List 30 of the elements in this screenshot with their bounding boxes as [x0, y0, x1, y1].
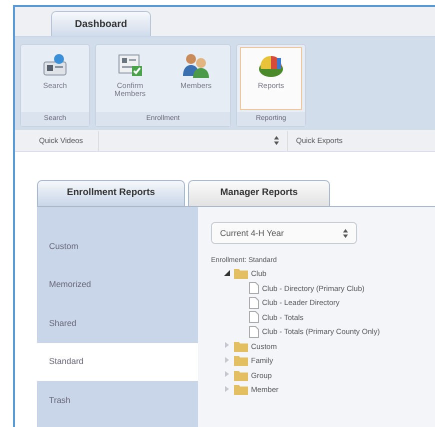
document-icon: [249, 296, 259, 309]
sidebar-item[interactable]: Custom: [37, 227, 190, 266]
select-value: Current 4-H Year: [220, 226, 284, 240]
people-icon: [182, 52, 210, 78]
folder-icon: [234, 384, 248, 396]
sidebar-item[interactable]: Standard: [37, 342, 198, 381]
sidebar-item[interactable]: Memorized: [37, 266, 190, 304]
report-tab[interactable]: Enrollment Reports: [37, 180, 185, 206]
document-icon: [249, 311, 259, 324]
folder-icon: [234, 355, 248, 366]
checklist-icon: [117, 52, 143, 78]
report-tab[interactable]: Manager Reports: [188, 180, 330, 206]
expand-toggle-icon[interactable]: [225, 386, 229, 392]
expand-toggle-icon[interactable]: [225, 356, 229, 363]
collapse-toggle-icon[interactable]: [224, 270, 230, 276]
year-select[interactable]: Current 4-H Year: [211, 222, 357, 244]
select-arrows-icon: [343, 228, 348, 238]
sidebar-item[interactable]: Trash: [37, 381, 190, 420]
dashboard-tab[interactable]: Dashboard: [51, 11, 151, 36]
document-icon: [249, 326, 259, 338]
select-arrows-icon: [274, 136, 279, 145]
folder-icon: [234, 268, 248, 280]
document-icon: [249, 282, 259, 294]
sidebar-item[interactable]: Shared: [37, 304, 190, 342]
folder-icon: [234, 370, 248, 381]
folder-icon: [234, 340, 248, 352]
search-icon: [42, 52, 68, 78]
expand-toggle-icon[interactable]: [225, 342, 229, 348]
expand-toggle-icon[interactable]: [225, 371, 229, 378]
quick-videos-select[interactable]: [98, 130, 288, 150]
